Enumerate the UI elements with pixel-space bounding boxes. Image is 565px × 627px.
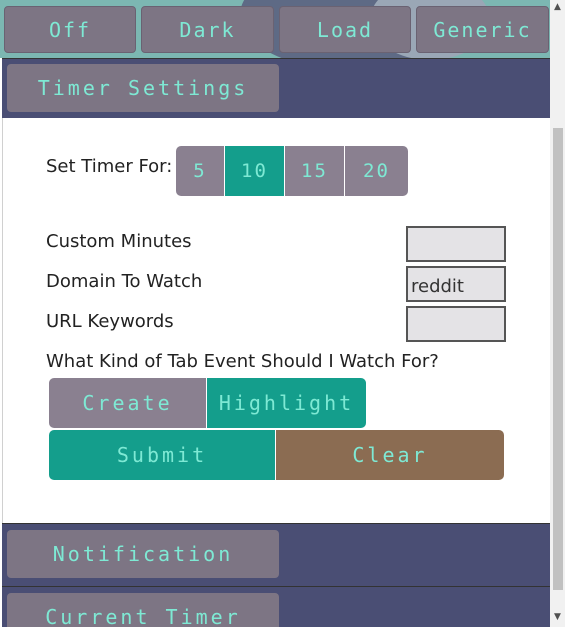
- top-bar: Off Dark Load Generic: [0, 0, 550, 58]
- timer-settings-button[interactable]: Timer Settings: [7, 64, 279, 112]
- extension-popup: Off Dark Load Generic Timer Settings Set…: [0, 0, 565, 627]
- load-button[interactable]: Load: [279, 6, 411, 53]
- domain-input[interactable]: [406, 266, 506, 302]
- timer-settings-section: Timer Settings: [2, 58, 550, 118]
- generic-button[interactable]: Generic: [416, 6, 549, 53]
- domain-label: Domain To Watch: [46, 271, 203, 292]
- current-timer-section: Current Timer: [2, 586, 550, 627]
- url-keywords-label: URL Keywords: [46, 311, 174, 332]
- tab-event-question: What Kind of Tab Event Should I Watch Fo…: [46, 351, 439, 372]
- set-timer-label: Set Timer For:: [46, 156, 173, 177]
- current-timer-button[interactable]: Current Timer: [7, 593, 279, 627]
- notification-button[interactable]: Notification: [7, 530, 279, 578]
- highlight-event-button[interactable]: Highlight: [207, 378, 366, 428]
- create-event-button[interactable]: Create: [49, 378, 206, 428]
- off-button[interactable]: Off: [4, 6, 136, 53]
- preset-15-button[interactable]: 15: [285, 146, 345, 196]
- submit-button[interactable]: Submit: [49, 430, 275, 480]
- preset-20-button[interactable]: 20: [345, 146, 408, 196]
- dark-button[interactable]: Dark: [141, 6, 274, 53]
- preset-10-button[interactable]: 10: [225, 146, 285, 196]
- notification-section: Notification: [2, 523, 550, 586]
- custom-minutes-label: Custom Minutes: [46, 231, 192, 252]
- scrollbar-thumb[interactable]: [553, 128, 563, 590]
- url-keywords-input[interactable]: [406, 306, 506, 342]
- clear-button[interactable]: Clear: [276, 430, 504, 480]
- vertical-scrollbar[interactable]: ▲ ▼: [550, 0, 565, 627]
- preset-5-button[interactable]: 5: [176, 146, 225, 196]
- scroll-down-arrow-icon[interactable]: ▼: [550, 610, 565, 624]
- scroll-up-arrow-icon[interactable]: ▲: [550, 0, 565, 14]
- custom-minutes-input[interactable]: [406, 226, 506, 262]
